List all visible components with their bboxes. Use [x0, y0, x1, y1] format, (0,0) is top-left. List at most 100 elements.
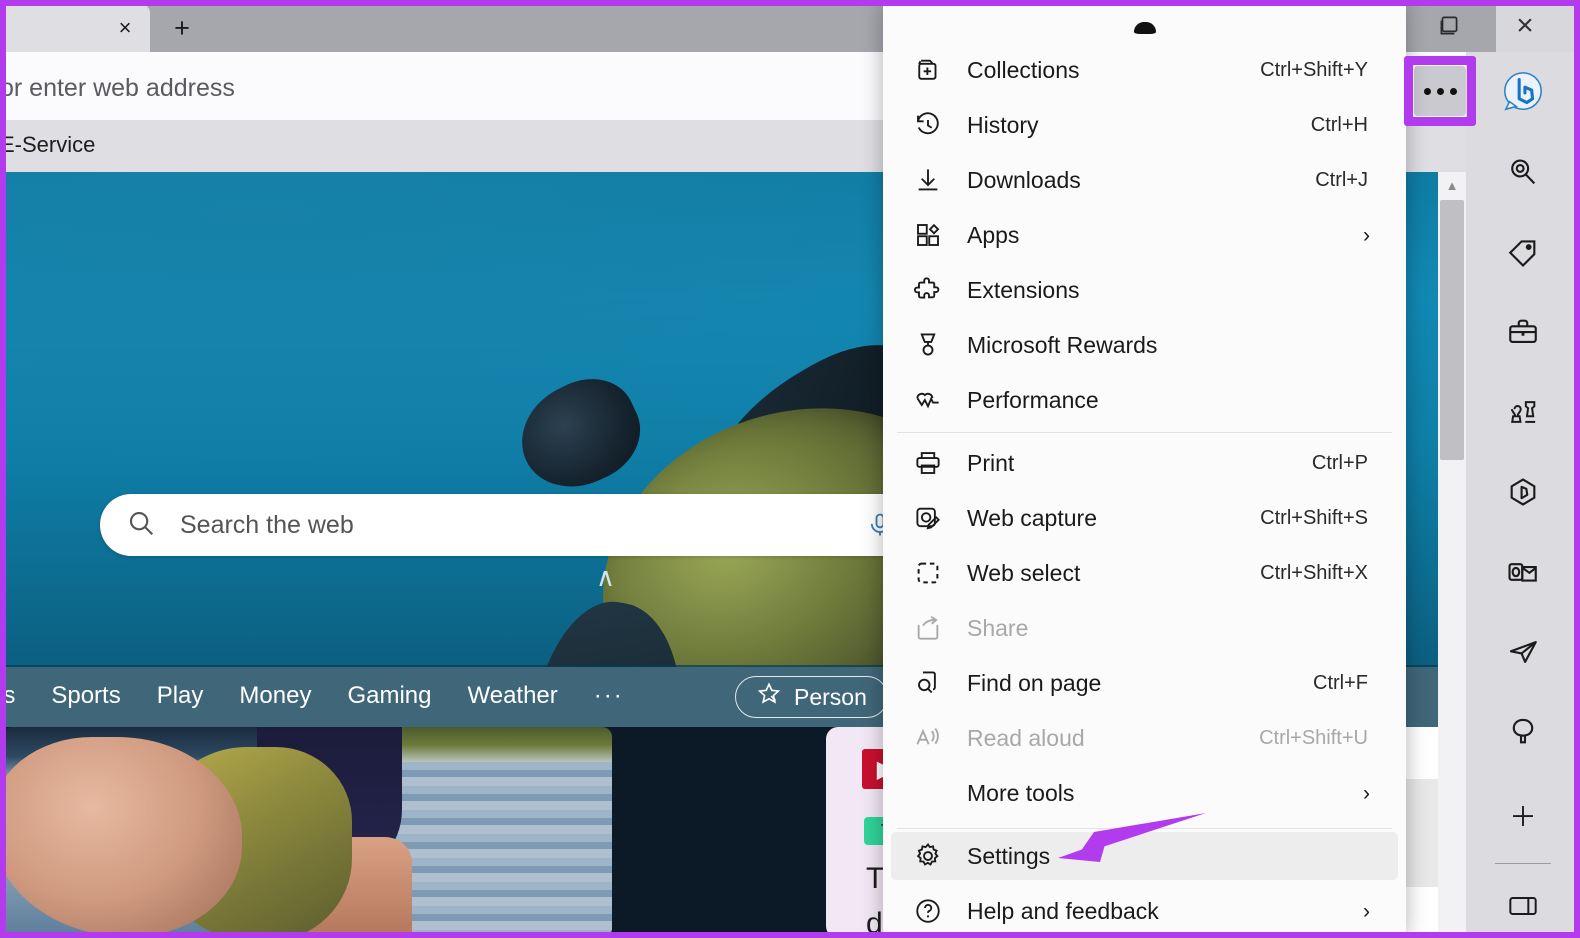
tree-icon: [1506, 715, 1540, 754]
add-icon: [1508, 801, 1538, 836]
menu-item-collections[interactable]: Collections Ctrl+Shift+Y: [891, 46, 1398, 94]
tab-close-icon[interactable]: ×: [111, 14, 139, 42]
outlook-icon: [1506, 555, 1540, 594]
collections-icon: [905, 55, 951, 85]
menu-item-web-select[interactable]: Web select Ctrl+Shift+X: [891, 549, 1398, 597]
briefcase-tools-icon: [1506, 315, 1540, 354]
games-chess-icon: [1506, 395, 1540, 434]
search-placeholder-text: Search the web: [180, 511, 354, 540]
menu-item-label: Apps: [967, 222, 1019, 249]
menu-item-share: Share: [891, 604, 1398, 652]
chevron-right-icon: ›: [1363, 901, 1370, 922]
star-pen-icon: [756, 681, 782, 713]
menu-item-label: Web select: [967, 560, 1080, 587]
rewards-medal-icon: [905, 330, 951, 360]
sidebar-item-bing-chat[interactable]: [1493, 66, 1553, 124]
sidebar-toggle-button[interactable]: [1493, 880, 1553, 938]
menu-item-microsoft-rewards[interactable]: Microsoft Rewards: [891, 321, 1398, 369]
menu-item-label: Print: [967, 450, 1014, 477]
menu-item-history[interactable]: History Ctrl+H: [891, 101, 1398, 149]
extensions-puzzle-icon: [905, 275, 951, 305]
sidebar-item-nature[interactable]: [1493, 705, 1553, 763]
nav-link-gaming[interactable]: Gaming: [347, 682, 431, 710]
nav-link-play[interactable]: Play: [157, 682, 204, 710]
new-tab-button[interactable]: +: [163, 12, 201, 44]
nav-link-sports[interactable]: Sports: [51, 682, 120, 710]
personalize-label: Person: [794, 684, 867, 711]
menu-item-shortcut: Ctrl+P: [1312, 452, 1368, 475]
menu-item-downloads[interactable]: Downloads Ctrl+J: [891, 156, 1398, 204]
search-icon: [1506, 155, 1540, 194]
menu-item-shortcut: Ctrl+Shift+U: [1259, 727, 1368, 750]
sidebar-item-send[interactable]: [1493, 625, 1553, 683]
chevron-up-icon[interactable]: ∧: [596, 564, 615, 590]
menu-item-web-capture[interactable]: Web capture Ctrl+Shift+S: [891, 494, 1398, 542]
menu-item-label: Settings: [967, 843, 1050, 870]
search-box[interactable]: Search the web: [100, 494, 920, 556]
sidebar-item-games[interactable]: [1493, 386, 1553, 444]
sidebar-item-tools[interactable]: [1493, 306, 1553, 364]
search-icon: [126, 508, 156, 543]
personalize-button[interactable]: Person: [735, 676, 888, 718]
download-icon: [905, 165, 951, 195]
menu-item-label: Read aloud: [967, 725, 1085, 752]
photo-water: [392, 762, 612, 938]
web-select-icon: [905, 558, 951, 588]
find-on-page-icon: [905, 668, 951, 698]
menu-item-print[interactable]: Print Ctrl+P: [891, 439, 1398, 487]
menu-item-label: Find on page: [967, 670, 1101, 697]
performance-heartbeat-icon: [905, 385, 951, 415]
menu-item-apps[interactable]: Apps ›: [891, 211, 1398, 259]
news-card-photo[interactable]: [2, 727, 612, 938]
chevron-right-icon: ›: [1363, 225, 1370, 246]
address-bar-input[interactable]: or enter web address: [0, 74, 235, 103]
sidebar-item-shopping[interactable]: [1493, 226, 1553, 284]
menu-item-shortcut: Ctrl+Shift+Y: [1260, 59, 1368, 82]
sidebar-item-customize[interactable]: [1493, 789, 1553, 847]
read-aloud-icon: [905, 723, 951, 753]
nav-more-icon[interactable]: ···: [594, 682, 624, 710]
photo-hand: [2, 737, 242, 937]
nav-link-money[interactable]: Money: [239, 682, 311, 710]
page-scrollbar[interactable]: ▲: [1438, 172, 1466, 938]
sidebar-divider: [1495, 863, 1551, 864]
menu-item-performance[interactable]: Performance: [891, 376, 1398, 424]
edge-sidebar: [1466, 52, 1580, 938]
menu-item-label: Microsoft Rewards: [967, 332, 1157, 359]
sidebar-item-outlook[interactable]: [1493, 545, 1553, 603]
window-restore-icon[interactable]: [1426, 10, 1472, 42]
menu-item-label: Extensions: [967, 277, 1080, 304]
menu-item-label: Downloads: [967, 167, 1081, 194]
menu-item-more-tools[interactable]: More tools ›: [891, 769, 1398, 817]
menu-grabber-icon[interactable]: [1134, 22, 1156, 34]
chevron-right-icon: ›: [1363, 783, 1370, 804]
web-capture-icon: [905, 503, 951, 533]
favorite-item-e-service[interactable]: E-Service: [0, 132, 95, 158]
sidebar-item-search[interactable]: [1493, 146, 1553, 204]
menu-item-shortcut: Ctrl+F: [1313, 672, 1368, 695]
sidebar-toggle-icon: [1507, 890, 1539, 927]
ellipsis-icon: [1424, 88, 1457, 95]
menu-item-find-on-page[interactable]: Find on page Ctrl+F: [891, 659, 1398, 707]
scrollbar-up-arrow[interactable]: ▲: [1438, 172, 1466, 198]
history-icon: [905, 110, 951, 140]
menu-item-settings[interactable]: Settings: [891, 832, 1398, 880]
menu-item-label: Help and feedback: [967, 898, 1159, 925]
help-circle-icon: [905, 896, 951, 926]
window-close-icon[interactable]: ×: [1500, 8, 1550, 44]
drop-icon: [1506, 475, 1540, 514]
menu-item-label: Share: [967, 615, 1028, 642]
paper-plane-icon: [1506, 635, 1540, 674]
menu-item-help-and-feedback[interactable]: Help and feedback ›: [891, 887, 1398, 935]
nav-link-news[interactable]: ws: [0, 682, 15, 710]
more-options-button[interactable]: [1414, 66, 1466, 116]
card-text-line-2: d: [866, 907, 883, 938]
nav-link-weather[interactable]: Weather: [468, 682, 558, 710]
menu-item-label: Collections: [967, 57, 1080, 84]
bing-chat-icon: [1500, 69, 1546, 120]
scrollbar-thumb[interactable]: [1440, 200, 1464, 460]
menu-item-extensions[interactable]: Extensions: [891, 266, 1398, 314]
sidebar-item-drop[interactable]: [1493, 466, 1553, 524]
menu-item-read-aloud: Read aloud Ctrl+Shift+U: [891, 714, 1398, 762]
menu-item-label: Web capture: [967, 505, 1097, 532]
